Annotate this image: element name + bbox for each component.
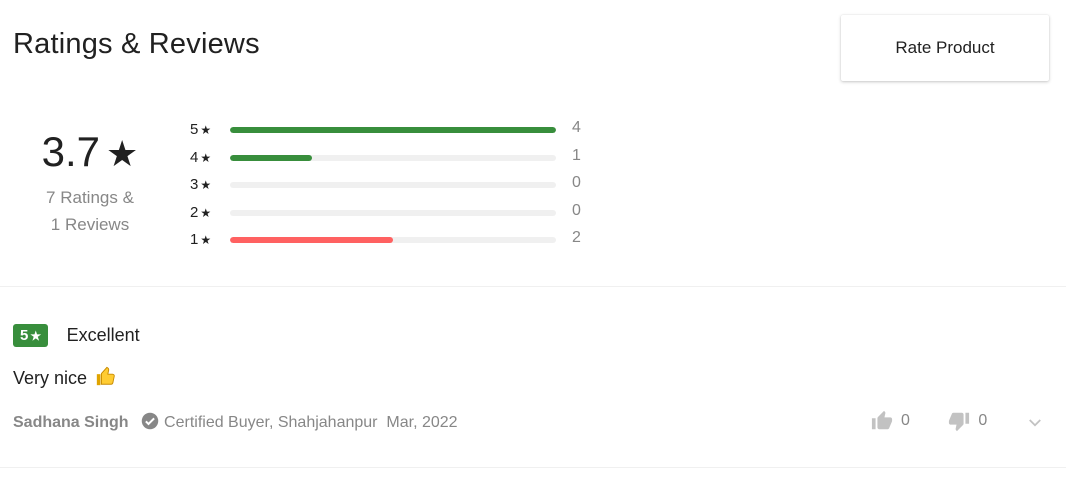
rating-bar-row: 1 ★ 2 [186, 227, 606, 255]
like-button[interactable]: 0 [871, 410, 910, 432]
review-header: 5 ★ Excellent [13, 324, 1053, 347]
star-icon: ★ [30, 329, 42, 343]
section-divider [0, 467, 1066, 468]
star-icon: ★ [200, 205, 212, 220]
average-rating-value: 3.7 [41, 128, 101, 175]
rating-bar-label: 4 ★ [190, 148, 212, 166]
section-divider [0, 286, 1066, 287]
rating-bar-count: 4 [572, 119, 581, 136]
certified-buyer-label: Certified Buyer, Shahjahanpur [164, 414, 378, 431]
average-rating: 3.7 ★ [20, 128, 160, 178]
rating-bar-track [230, 127, 556, 133]
star-icon: ★ [200, 150, 212, 165]
chevron-down-icon [1028, 419, 1041, 427]
rating-bar-row: 4 ★ 1 [186, 145, 606, 173]
review-date: Mar, 2022 [386, 414, 458, 431]
review-card: 5 ★ Excellent Very nice Sadhana Singh Cer… [13, 324, 1053, 432]
like-count: 0 [901, 412, 910, 429]
rating-bar-count: 1 [572, 146, 581, 164]
review-rating-badge: 5 ★ [13, 324, 49, 347]
rating-bar-count: 0 [572, 174, 581, 191]
dislike-count: 0 [978, 412, 988, 429]
expand-button[interactable] [1026, 414, 1052, 432]
ratings-count: 7 Ratings & 1 Reviews [20, 184, 160, 238]
rating-bar-count: 2 [572, 229, 581, 246]
rating-bar-track [230, 154, 556, 161]
ratings-count-line: 7 Ratings & [46, 188, 134, 207]
rating-summary: 3.7 ★ 7 Ratings & 1 Reviews [20, 128, 160, 238]
star-icon: ★ [106, 133, 139, 174]
dislike-button[interactable]: 0 [948, 410, 987, 432]
star-icon: ★ [200, 233, 212, 247]
rating-bar-fill [230, 127, 556, 133]
review-author: Sadhana Singh [13, 414, 129, 431]
rating-bar-label: 1 ★ [190, 231, 212, 248]
thumbs-up-emoji [95, 365, 117, 392]
star-icon: ★ [200, 123, 212, 137]
review-title: Excellent [66, 325, 140, 345]
rating-bar-track [230, 182, 556, 188]
rating-bar-fill [230, 154, 312, 161]
thumbs-up-icon [871, 410, 893, 430]
rating-breakdown: 5 ★ 4 4 ★ 1 3 ★ 0 2 ★ 0 1 ★ 2 [186, 117, 606, 255]
star-icon: ★ [200, 178, 212, 192]
rating-bar-row: 5 ★ 4 [186, 117, 606, 145]
review-body: Very nice [13, 365, 1053, 392]
check-circle-icon [141, 412, 159, 435]
rating-bar-fill [230, 237, 393, 243]
rating-bar-row: 2 ★ 0 [186, 200, 606, 228]
rating-bar-label: 3 ★ [190, 176, 212, 193]
page-title: Ratings & Reviews [13, 28, 260, 60]
rating-bar-label: 5 ★ [190, 121, 212, 138]
rating-bar-count: 0 [572, 201, 581, 219]
rating-bar-row: 3 ★ 0 [186, 172, 606, 200]
thumbs-down-icon [949, 412, 970, 432]
review-text: Very nice [13, 368, 88, 388]
rating-bar-track [230, 209, 556, 216]
rating-bar-track [230, 237, 556, 243]
rating-bar-label: 2 ★ [190, 203, 212, 221]
review-actions: 0 0 [871, 410, 1052, 437]
review-meta: Sadhana Singh Certified Buyer, Shahjahan… [13, 412, 458, 435]
reviews-count-line: 1 Reviews [50, 215, 130, 234]
rate-product-button[interactable]: Rate Product [841, 15, 1049, 81]
